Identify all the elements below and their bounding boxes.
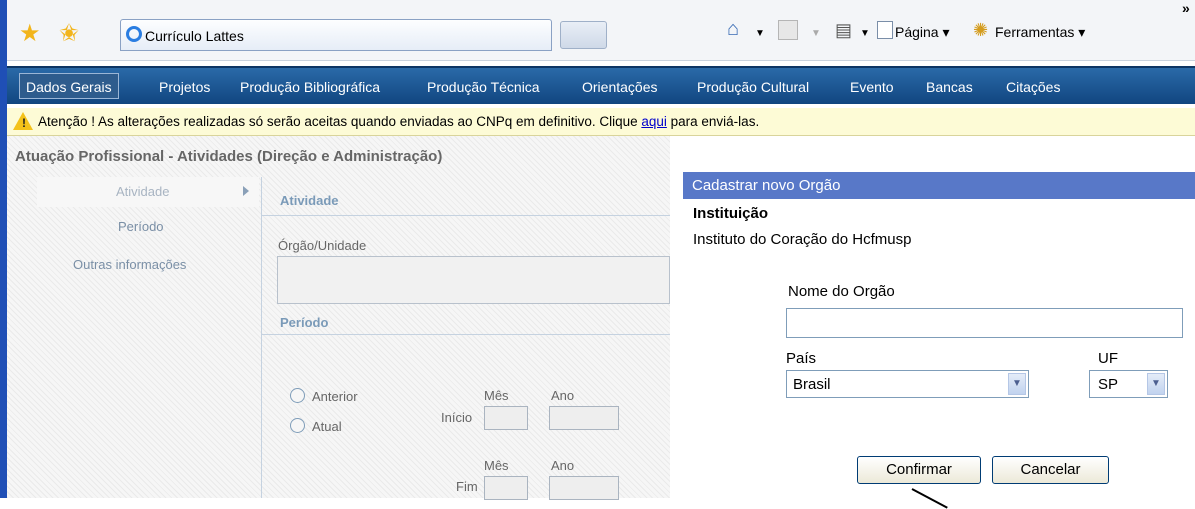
nav-item-projetos[interactable]: Projetos bbox=[159, 79, 210, 95]
page-menu[interactable]: Página ▾ bbox=[895, 24, 950, 41]
main-nav: Dados Gerais Projetos Produção Bibliográ… bbox=[7, 66, 1195, 104]
inicio-mes-label: Mês bbox=[484, 388, 509, 403]
cancel-button[interactable]: Cancelar bbox=[992, 456, 1109, 484]
window-edge bbox=[0, 0, 7, 498]
print-dropdown-icon[interactable]: ▼ bbox=[860, 28, 870, 39]
warning-bar: ! Atenção ! As alterações realizadas só … bbox=[7, 108, 1195, 136]
nav-item-producao-cultural[interactable]: Produção Cultural bbox=[697, 79, 809, 95]
country-value: Brasil bbox=[793, 376, 831, 393]
fim-mes-label: Mês bbox=[484, 458, 509, 473]
inicio-label: Início bbox=[441, 410, 473, 425]
radio-anterior[interactable] bbox=[290, 388, 305, 403]
home-dropdown-icon[interactable]: ▼ bbox=[755, 28, 765, 39]
dialog-header: Cadastrar novo Orgão bbox=[683, 172, 1195, 199]
home-icon[interactable]: ⌂ bbox=[727, 18, 739, 41]
form-panel bbox=[261, 177, 671, 498]
divider bbox=[262, 215, 670, 216]
new-tab-button[interactable] bbox=[560, 21, 607, 49]
fim-label: Fim bbox=[456, 479, 478, 494]
page-icon bbox=[877, 21, 893, 39]
dialog-title: Cadastrar novo Orgão bbox=[692, 177, 841, 194]
toolbar-overflow-button[interactable]: » bbox=[1182, 0, 1190, 16]
inicio-ano-input[interactable] bbox=[549, 406, 619, 430]
country-label: País bbox=[786, 350, 817, 367]
nav-item-producao-bibliografica[interactable]: Produção Bibliográfica bbox=[240, 79, 380, 95]
radio-atual-label: Atual bbox=[312, 419, 342, 434]
nav-item-bancas[interactable]: Bancas bbox=[926, 79, 973, 95]
warning-text: Atenção ! As alterações realizadas só se… bbox=[38, 114, 760, 129]
uf-value: SP bbox=[1098, 376, 1119, 393]
inicio-ano-label: Ano bbox=[551, 388, 575, 403]
tools-menu[interactable]: Ferramentas ▾ bbox=[995, 24, 1085, 41]
atividade-heading: Atividade bbox=[280, 193, 339, 208]
send-link[interactable]: aqui bbox=[641, 114, 667, 129]
menu-item-outras-informacoes[interactable]: Outras informações bbox=[73, 257, 186, 272]
radio-anterior-label: Anterior bbox=[312, 389, 358, 404]
organ-name-input[interactable] bbox=[786, 308, 1183, 338]
fim-mes-input[interactable] bbox=[484, 476, 528, 500]
chevron-down-icon[interactable]: ▼ bbox=[1008, 373, 1026, 395]
nav-item-citacoes[interactable]: Citações bbox=[1006, 79, 1060, 95]
menu-item-atividade[interactable]: Atividade bbox=[116, 184, 169, 199]
nav-item-evento[interactable]: Evento bbox=[850, 79, 894, 95]
country-select[interactable]: Brasil ▼ bbox=[786, 370, 1029, 398]
fim-ano-input[interactable] bbox=[549, 476, 619, 500]
orgao-label: Órgão/Unidade bbox=[278, 238, 367, 253]
nav-item-orientacoes[interactable]: Orientações bbox=[582, 79, 657, 95]
section-title: Atuação Profissional - Atividades (Direç… bbox=[15, 148, 443, 165]
fim-ano-label: Ano bbox=[551, 458, 575, 473]
inicio-mes-input[interactable] bbox=[484, 406, 528, 430]
favorites-star-icon[interactable]: ★ bbox=[19, 22, 41, 46]
gear-icon: ✺ bbox=[973, 20, 989, 40]
browser-tab[interactable]: Currículo Lattes bbox=[120, 19, 552, 51]
confirm-button[interactable]: Confirmar bbox=[857, 456, 981, 484]
add-favorites-icon[interactable]: ✬ bbox=[59, 22, 79, 46]
ie-icon bbox=[126, 26, 142, 42]
chevron-down-icon[interactable]: ▼ bbox=[1147, 373, 1165, 395]
tab-title: Currículo Lattes bbox=[145, 28, 244, 44]
uf-label: UF bbox=[1098, 350, 1118, 367]
feeds-dropdown-icon[interactable]: ▼ bbox=[811, 28, 821, 39]
menu-item-periodo[interactable]: Período bbox=[118, 219, 164, 234]
divider bbox=[262, 334, 670, 335]
institution-value: Instituto do Coração do Hcfmusp bbox=[693, 231, 912, 248]
menu-arrow-icon bbox=[243, 186, 249, 196]
browser-toolbar: ★ ✬ Currículo Lattes ⌂ ▼ ▼ ▤ ▼ Página ▾ … bbox=[7, 0, 1195, 61]
orgao-field[interactable] bbox=[277, 256, 670, 304]
warning-icon-mark: ! bbox=[22, 116, 26, 130]
nav-item-dados-gerais[interactable]: Dados Gerais bbox=[19, 73, 119, 99]
print-icon[interactable]: ▤ bbox=[835, 20, 852, 41]
organ-name-label: Nome do Orgão bbox=[788, 283, 895, 300]
nav-item-producao-tecnica[interactable]: Produção Técnica bbox=[427, 79, 540, 95]
radio-atual[interactable] bbox=[290, 418, 305, 433]
institution-label: Instituição bbox=[693, 205, 769, 222]
uf-select[interactable]: SP ▼ bbox=[1089, 370, 1168, 398]
feeds-icon[interactable] bbox=[778, 20, 798, 40]
periodo-heading: Período bbox=[280, 315, 329, 330]
